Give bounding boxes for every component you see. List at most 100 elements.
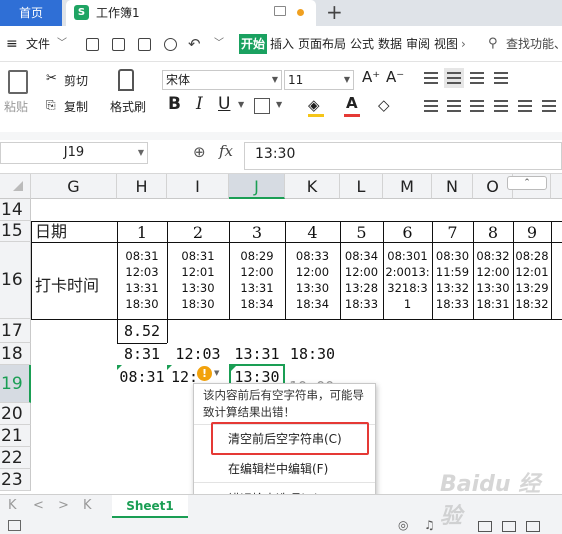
row-header-22[interactable]: 22	[0, 447, 31, 469]
paste-icon[interactable]	[8, 70, 28, 94]
preview-icon[interactable]	[164, 38, 177, 51]
sound-icon[interactable]: ♫	[424, 518, 435, 532]
cell-j18[interactable]: 13:31	[229, 345, 285, 363]
align-center-icon[interactable]	[447, 100, 461, 112]
align-right-icon[interactable]	[470, 100, 484, 112]
date-cell[interactable]: 6	[383, 223, 432, 242]
increase-font-button[interactable]: A⁺	[362, 68, 380, 86]
font-name-select[interactable]: 宋体 ▼	[162, 70, 282, 90]
cell-h18[interactable]: 8:31	[117, 345, 167, 363]
export-pdf-icon[interactable]	[112, 38, 125, 51]
column-header-g[interactable]: G	[31, 174, 117, 199]
copy-button[interactable]: 复制	[64, 98, 88, 115]
row-header-19[interactable]: 19	[0, 365, 31, 403]
menu-file[interactable]: 文件	[26, 26, 50, 62]
fill-color-icon[interactable]: ◈	[308, 96, 320, 114]
error-dropdown-icon[interactable]: ▼	[214, 369, 219, 377]
column-header-n[interactable]: N	[432, 174, 473, 199]
column-header-l[interactable]: L	[340, 174, 383, 199]
align-top-icon[interactable]	[424, 72, 438, 84]
tab-view[interactable]: 视图	[434, 26, 458, 62]
date-cell[interactable]: 2	[167, 223, 229, 242]
cell-h19[interactable]: 08:31	[117, 368, 167, 386]
punch-times-cell[interactable]: 08:34 12:00 13:28 18:33	[340, 248, 383, 312]
cell-h17[interactable]: 8.52	[117, 322, 167, 340]
tab-home[interactable]: 首页	[0, 0, 62, 26]
punch-times-cell[interactable]: 08:301 2:0013: 3218:3 1	[383, 248, 432, 312]
punch-times-cell[interactable]: 08:31 12:01 13:30 18:30	[167, 248, 229, 312]
next-sheet-button[interactable]: >	[58, 498, 69, 513]
row-header-17[interactable]: 17	[0, 319, 31, 343]
cell-k18[interactable]: 18:30	[285, 345, 340, 363]
indent-icon[interactable]	[542, 100, 556, 112]
font-size-select[interactable]: 11 ▼	[284, 70, 354, 90]
row-header-14[interactable]: 14	[0, 199, 31, 221]
name-box[interactable]: J19 ▼	[0, 142, 148, 164]
column-header-h[interactable]: H	[117, 174, 167, 199]
first-sheet-button[interactable]: K	[8, 498, 17, 513]
punch-times-cell[interactable]: 08:30 11:59 13:32 18:33	[432, 248, 473, 312]
date-cell[interactable]: 5	[340, 223, 383, 242]
column-header-i[interactable]: I	[167, 174, 229, 199]
tab-review[interactable]: 审阅	[406, 26, 430, 62]
hamburger-icon[interactable]: ≡	[6, 26, 18, 62]
bold-button[interactable]: B	[168, 94, 181, 114]
row-header-20[interactable]: 20	[0, 403, 31, 425]
date-cell[interactable]: 3	[229, 223, 285, 242]
date-cell[interactable]: 1	[117, 223, 167, 242]
monitor-icon[interactable]	[274, 6, 286, 16]
justify-icon[interactable]	[494, 100, 508, 112]
column-header-m[interactable]: M	[383, 174, 432, 199]
column-header-k[interactable]: K	[285, 174, 340, 199]
clear-format-icon[interactable]: ◇	[378, 96, 390, 114]
cut-button[interactable]: 剪切	[64, 72, 88, 89]
prev-sheet-button[interactable]: <	[33, 498, 44, 513]
eye-protection-icon[interactable]: ◎	[398, 518, 408, 532]
tab-formulas[interactable]: 公式	[350, 26, 374, 62]
date-cell[interactable]: 8	[473, 223, 513, 242]
last-sheet-button[interactable]: K	[83, 498, 92, 513]
search-icon[interactable]: ⚲	[488, 26, 498, 62]
align-left-icon[interactable]	[424, 100, 438, 112]
border-icon[interactable]	[254, 98, 270, 114]
date-cell[interactable]: 4	[285, 223, 340, 242]
copy-icon[interactable]: ⎘	[46, 98, 56, 113]
chevron-down-icon[interactable]: ﹀	[57, 26, 67, 62]
decrease-font-button[interactable]: A⁻	[386, 68, 404, 86]
italic-button[interactable]: I	[196, 94, 203, 114]
wrap-text-icon[interactable]	[494, 72, 508, 84]
macro-icon[interactable]	[8, 520, 21, 531]
date-cell[interactable]: 7	[432, 223, 473, 242]
underline-dropdown-icon[interactable]: ▼	[238, 100, 244, 109]
scroll-right-icon[interactable]: ›	[461, 26, 466, 62]
row-header-18[interactable]: 18	[0, 343, 31, 365]
search-function[interactable]: 查找功能、	[506, 26, 562, 62]
new-tab-button[interactable]: +	[326, 0, 343, 25]
underline-button[interactable]: U	[218, 94, 230, 114]
tab-insert[interactable]: 插入	[270, 26, 294, 62]
clear-spaces-option[interactable]: 清空前后空字符串(C)	[228, 430, 342, 447]
tab-data[interactable]: 数据	[378, 26, 402, 62]
more-chevron-icon[interactable]: ﹀	[214, 26, 224, 62]
format-painter-button[interactable]: 格式刷	[110, 98, 146, 115]
zoom-formula-icon[interactable]: ⊕	[193, 143, 206, 161]
distributed-icon[interactable]	[518, 100, 532, 112]
undo-icon[interactable]: ↶	[188, 26, 201, 62]
row-header-21[interactable]: 21	[0, 425, 31, 447]
border-dropdown-icon[interactable]: ▼	[276, 100, 282, 109]
align-bottom-icon[interactable]	[470, 72, 484, 84]
tab-page-layout[interactable]: 页面布局	[298, 26, 346, 62]
punch-times-cell[interactable]: 08:32 12:00 13:30 18:31	[473, 248, 513, 312]
sheet-tab-sheet1[interactable]: Sheet1	[112, 495, 188, 518]
collapse-up-icon[interactable]: ⌃	[507, 176, 547, 190]
date-cell[interactable]: 9	[513, 223, 551, 242]
column-header-j[interactable]: J	[229, 174, 285, 199]
punch-times-cell[interactable]: 08:33 12:00 13:30 18:34	[285, 248, 340, 312]
edit-in-formula-bar-option[interactable]: 在编辑栏中编辑(F)	[228, 460, 328, 477]
name-box-dropdown-icon[interactable]: ▼	[138, 143, 144, 163]
font-color-icon[interactable]: A	[346, 94, 358, 112]
tab-start[interactable]: 开始	[239, 34, 268, 54]
scissors-icon[interactable]: ✂	[46, 71, 57, 86]
punch-times-cell[interactable]: 08:29 12:00 13:31 18:34	[229, 248, 285, 312]
row-header-16[interactable]: 16	[0, 242, 31, 319]
